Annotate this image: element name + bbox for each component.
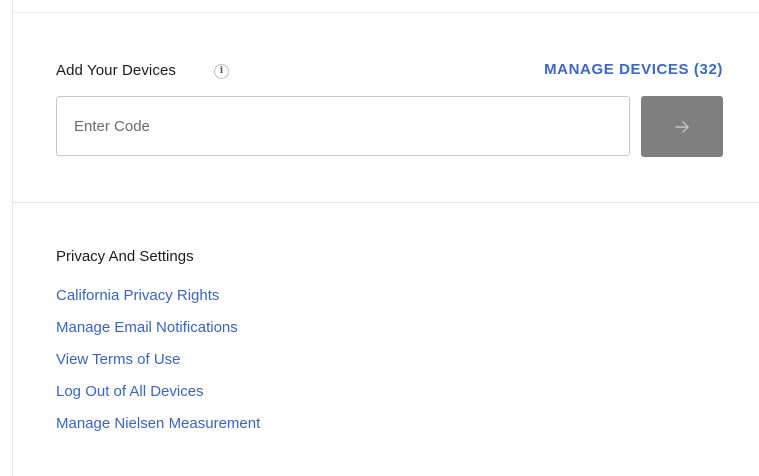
manage-nielsen-measurement-link[interactable]: Manage Nielsen Measurement [56,415,260,432]
privacy-links-list: California Privacy Rights Manage Email N… [56,285,260,445]
panel-left-border [12,0,13,476]
section-divider [13,202,759,203]
devices-header: Add Your Devices i MANAGE DEVICES (32) [56,60,723,82]
add-devices-title: Add Your Devices [56,62,177,79]
list-item: Log Out of All Devices [56,381,260,413]
manage-email-notifications-link[interactable]: Manage Email Notifications [56,319,238,336]
list-item: Manage Nielsen Measurement [56,413,260,445]
list-item: Manage Email Notifications [56,317,260,349]
log-out-all-devices-link[interactable]: Log Out of All Devices [56,383,204,400]
top-divider [13,12,759,13]
account-settings-panel: Add Your Devices i MANAGE DEVICES (32) P… [0,0,759,476]
submit-code-button[interactable] [641,96,723,157]
view-terms-of-use-link[interactable]: View Terms of Use [56,351,181,368]
california-privacy-rights-link[interactable]: California Privacy Rights [56,287,219,304]
manage-devices-link[interactable]: MANAGE DEVICES (32) [544,61,723,78]
list-item: View Terms of Use [56,349,260,381]
arrow-right-icon [675,120,689,133]
info-icon[interactable]: i [214,64,229,79]
list-item: California Privacy Rights [56,285,260,317]
privacy-settings-title: Privacy And Settings [56,248,194,265]
enter-code-input[interactable] [56,96,630,156]
